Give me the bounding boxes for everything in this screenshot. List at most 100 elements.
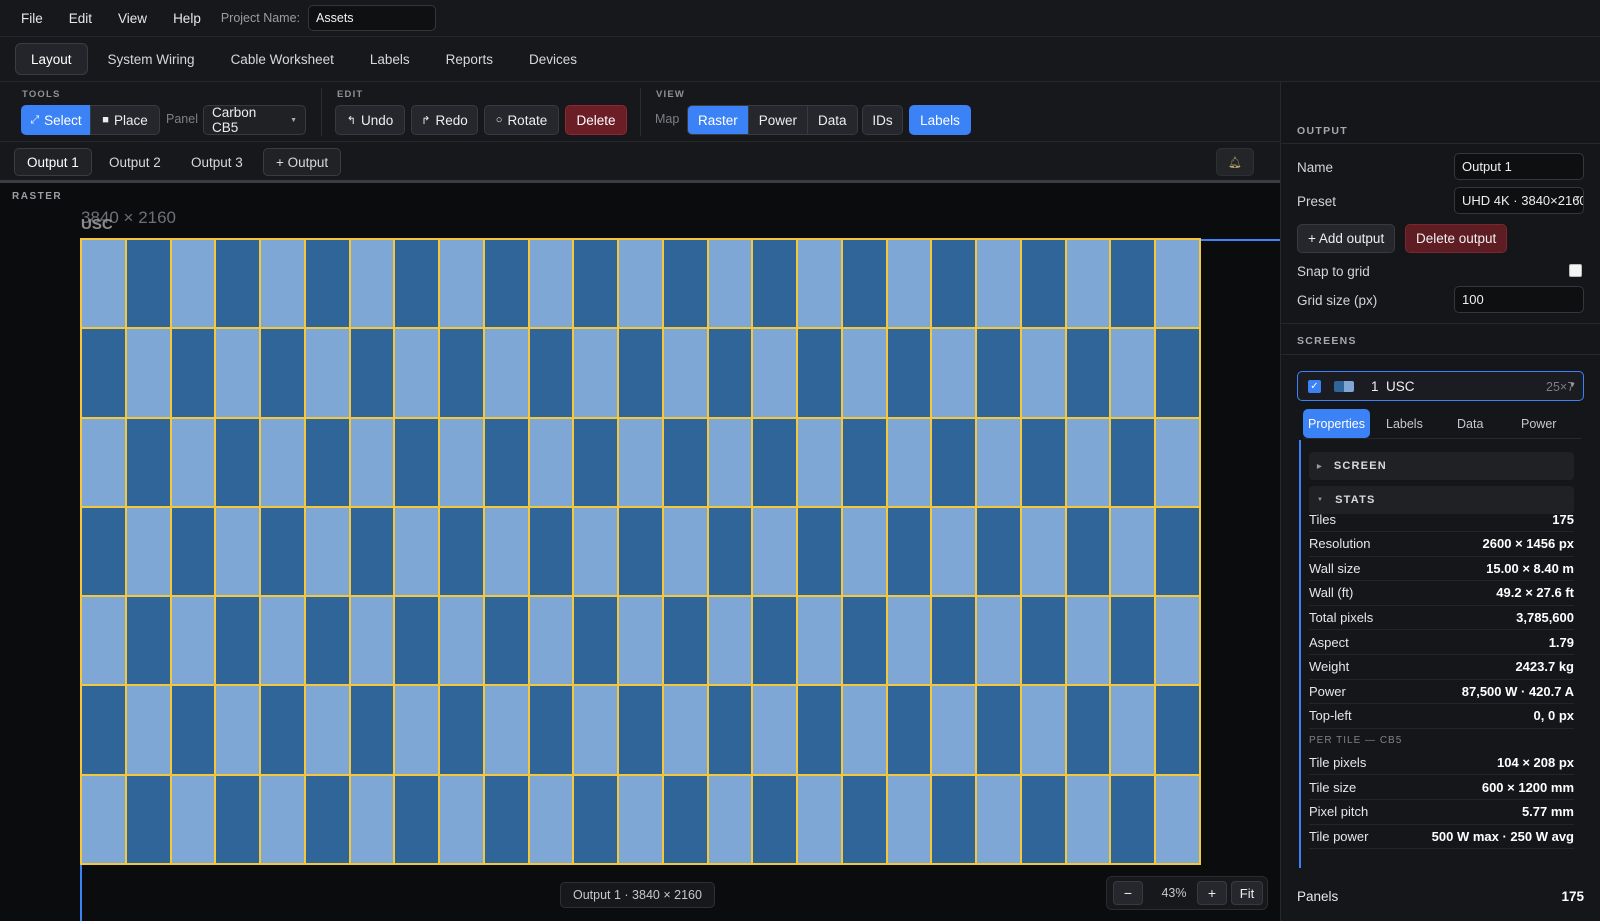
screen-tile[interactable] — [529, 597, 573, 685]
screen-tile[interactable] — [305, 329, 349, 417]
screen-tile[interactable] — [798, 240, 841, 328]
screen-tile[interactable] — [1156, 597, 1199, 685]
map-mode-raster[interactable]: Raster — [688, 106, 749, 134]
tab-screen-data[interactable]: Data — [1452, 409, 1488, 438]
screen-tile[interactable] — [305, 507, 349, 596]
add-output-button[interactable]: + Add output — [1297, 224, 1396, 253]
screen-tile[interactable] — [1156, 775, 1199, 863]
screen-tile[interactable] — [1111, 507, 1155, 596]
screen-tile[interactable] — [440, 329, 483, 417]
raster-canvas[interactable]: RASTER 3840 × 2160 USC Output 1 · 3840 ×… — [0, 186, 1280, 921]
preset-select[interactable]: UHD 4K · 3840×2160 — [1454, 187, 1584, 214]
screen-tile[interactable] — [350, 329, 394, 417]
screen-tile[interactable] — [574, 686, 618, 774]
screen-tile[interactable] — [753, 507, 797, 596]
tab-screen-power[interactable]: Power — [1516, 409, 1561, 438]
screen-tile[interactable] — [305, 240, 349, 328]
screen-tile[interactable] — [395, 240, 439, 328]
screen-tile[interactable] — [529, 686, 573, 774]
screen-tile[interactable] — [887, 775, 931, 863]
screen-tile[interactable] — [171, 329, 215, 417]
screen-tile[interactable] — [708, 240, 752, 328]
screen-tile[interactable] — [171, 418, 215, 506]
screen-tile[interactable] — [887, 418, 931, 506]
screen-tile[interactable] — [1111, 686, 1155, 774]
screen-tile[interactable] — [753, 418, 797, 506]
place-tool-button[interactable]: ■ Place — [90, 105, 160, 135]
screen-tile[interactable] — [619, 418, 662, 506]
screen-tile[interactable] — [619, 507, 662, 596]
screen-tile[interactable] — [887, 240, 931, 328]
screen-tile[interactable] — [932, 597, 976, 685]
tab-reports[interactable]: Reports — [430, 43, 509, 75]
screen-tile[interactable] — [932, 507, 976, 596]
screen-tile[interactable] — [82, 507, 125, 596]
screen-tile[interactable] — [440, 240, 483, 328]
screen-tile[interactable] — [663, 775, 707, 863]
screen-tile[interactable] — [261, 418, 304, 506]
screen-tile[interactable] — [842, 775, 886, 863]
menu-view[interactable]: View — [118, 11, 147, 26]
tab-properties[interactable]: Properties — [1303, 409, 1370, 438]
screen-tile[interactable] — [798, 686, 841, 774]
screen-tile[interactable] — [529, 507, 573, 596]
screen-tile[interactable] — [261, 686, 304, 774]
screen-tile[interactable] — [1021, 418, 1065, 506]
screen-tile[interactable] — [305, 686, 349, 774]
screen-tile[interactable] — [216, 597, 260, 685]
screen-tile[interactable] — [216, 775, 260, 863]
output-tab-1[interactable]: Output 1 — [14, 148, 92, 176]
screen-tile[interactable] — [798, 597, 841, 685]
bell-icon[interactable]: 🔔︎ — [1216, 148, 1254, 176]
map-mode-data[interactable]: Data — [808, 106, 857, 134]
screen-tile[interactable] — [440, 507, 483, 596]
screen-tile[interactable] — [440, 597, 483, 685]
screen-tile[interactable] — [82, 775, 125, 863]
screen-tile[interactable] — [261, 507, 304, 596]
screen-tile[interactable] — [216, 686, 260, 774]
screen-tile[interactable] — [932, 775, 976, 863]
screen-tile[interactable] — [305, 418, 349, 506]
screen-tile[interactable] — [171, 507, 215, 596]
screen-tile[interactable] — [708, 507, 752, 596]
select-tool-button[interactable]: ⤢ Select — [21, 105, 91, 135]
screen-tile[interactable] — [395, 329, 439, 417]
redo-button[interactable]: ↱ Redo — [411, 105, 478, 135]
delete-output-button[interactable]: Delete output — [1405, 224, 1508, 253]
screen-tile[interactable] — [619, 775, 662, 863]
screen-tile[interactable] — [753, 686, 797, 774]
screen-tile[interactable] — [708, 329, 752, 417]
screen-tile[interactable] — [798, 418, 841, 506]
screen-tile[interactable] — [574, 597, 618, 685]
screen-tile[interactable] — [1156, 507, 1199, 596]
screen-tile[interactable] — [1021, 329, 1065, 417]
screen-tile[interactable] — [574, 507, 618, 596]
screen-tile[interactable] — [350, 507, 394, 596]
zoom-out-button[interactable]: − — [1113, 881, 1143, 905]
screen-tile[interactable] — [977, 686, 1020, 774]
screen-tile[interactable] — [82, 329, 125, 417]
screen-tile[interactable] — [842, 507, 886, 596]
screen-tile[interactable] — [1111, 329, 1155, 417]
screen-tile[interactable] — [574, 329, 618, 417]
screen-tile[interactable] — [663, 329, 707, 417]
screen-tile[interactable] — [82, 686, 125, 774]
add-output-tab-button[interactable]: + Output — [263, 148, 342, 176]
screen-tile[interactable] — [82, 240, 125, 328]
screen-tile[interactable] — [484, 329, 528, 417]
screen-tile[interactable] — [663, 240, 707, 328]
screen-tile[interactable] — [216, 418, 260, 506]
screen-tile[interactable] — [977, 329, 1020, 417]
screen-tile[interactable] — [977, 597, 1020, 685]
menu-edit[interactable]: Edit — [69, 11, 92, 26]
screen-tile[interactable] — [1066, 329, 1110, 417]
screen-tile[interactable] — [1021, 686, 1065, 774]
screen-tile[interactable] — [395, 597, 439, 685]
screen-tile[interactable] — [126, 418, 170, 506]
screen-tile[interactable] — [82, 418, 125, 506]
screen-tile[interactable] — [1111, 597, 1155, 685]
screen-tile[interactable] — [753, 329, 797, 417]
project-name-input[interactable] — [308, 5, 437, 31]
screen-tile[interactable] — [484, 597, 528, 685]
screen-tile[interactable] — [663, 686, 707, 774]
